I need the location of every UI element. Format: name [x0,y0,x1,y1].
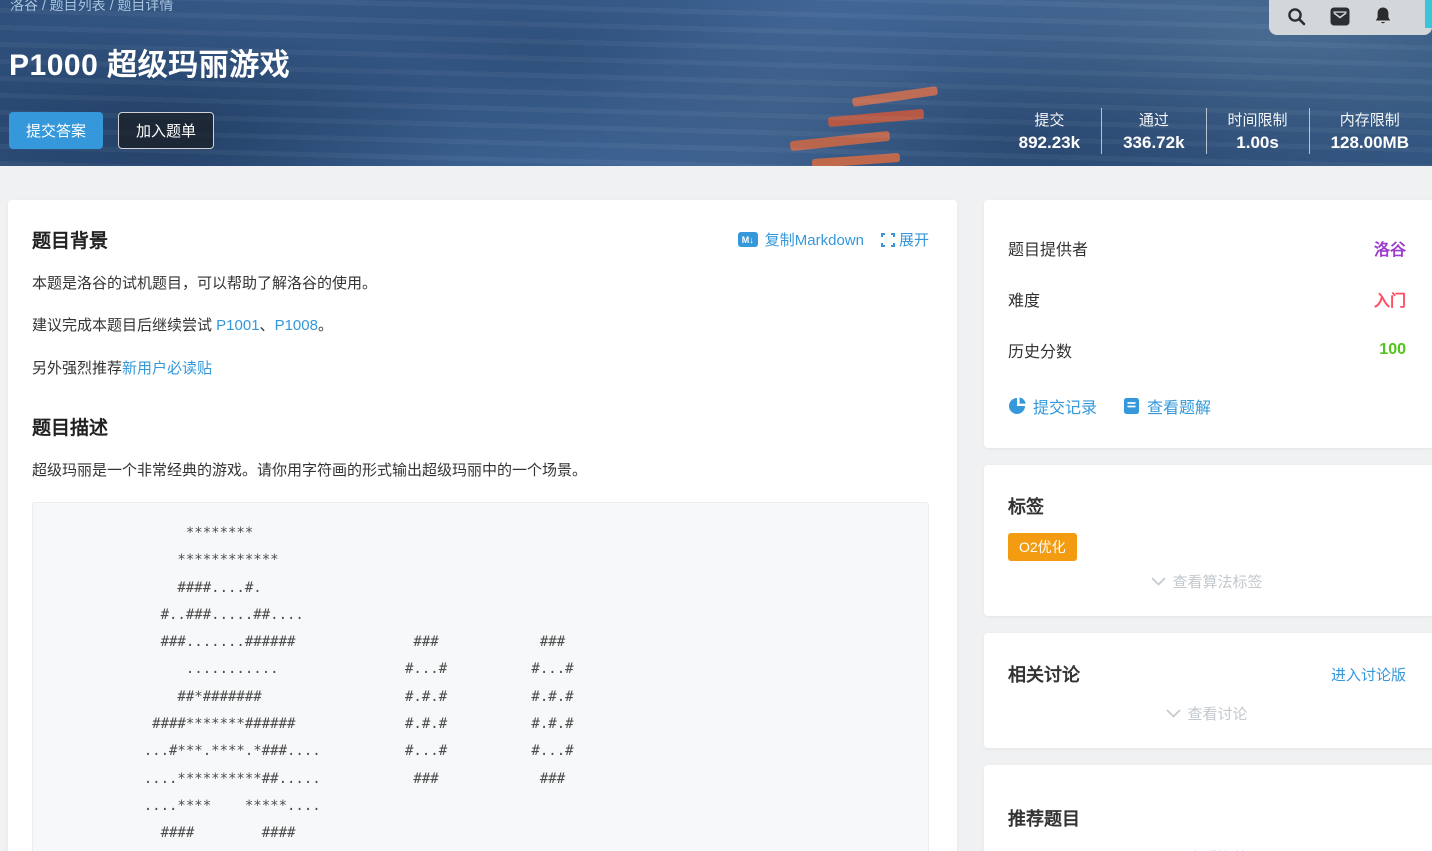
stat-accepted: 通过 336.72k [1102,109,1205,153]
link-p1001[interactable]: P1001 [216,317,259,334]
stat-label: 通过 [1123,109,1184,130]
provider-value[interactable]: 洛谷 [1374,236,1406,260]
enter-discussion-board-link[interactable]: 进入讨论版 [1331,664,1406,685]
stat-value: 128.00MB [1331,133,1409,153]
toggle-label: 查看推荐 [1187,847,1247,851]
discussions-card: 相关讨论 进入讨论版 查看讨论 [984,633,1432,748]
background-heading: 题目背景 [32,226,108,253]
info-label: 难度 [1008,287,1040,311]
show-algorithm-tags-toggle[interactable]: 查看算法标签 [1008,571,1406,592]
stat-value: 892.23k [1019,133,1080,153]
link-label: 查看题解 [1147,394,1211,418]
breadcrumb-home[interactable]: 洛谷 [10,0,38,13]
background-section-head: 题目背景 M↓ 复制Markdown 展开 [32,226,929,253]
stat-value: 1.00s [1228,133,1288,153]
info-row-difficulty: 难度 入门 [1008,287,1406,311]
stat-time-limit: 时间限制 1.00s [1207,109,1309,153]
stat-label: 时间限制 [1228,109,1288,130]
pie-chart-icon [1008,397,1026,415]
message-icon[interactable] [1330,7,1350,26]
page-content: 题目背景 M↓ 复制Markdown 展开 本题是洛谷的试机题目，可以帮助了解洛… [0,166,1432,851]
stat-memory-limit: 内存限制 128.00MB [1310,109,1430,153]
show-recommendations-toggle[interactable]: 查看推荐 [1008,847,1406,851]
avatar[interactable] [1425,0,1432,28]
info-label: 题目提供者 [1008,236,1088,260]
recommendations-card: 推荐题目 查看推荐 [984,765,1432,851]
info-links: 提交记录 查看题解 [1008,394,1406,418]
description-heading: 题目描述 [32,413,929,440]
score-value: 100 [1379,341,1406,359]
text: 。 [318,317,333,334]
text: 建议完成本题目后继续尝试 [32,317,216,334]
bell-icon[interactable] [1374,6,1392,26]
tag-o2[interactable]: O2优化 [1008,533,1077,561]
search-icon[interactable] [1287,7,1306,26]
problem-stats: 提交 892.23k 通过 336.72k 时间限制 1.00s 内存限制 12… [998,108,1430,154]
toggle-label: 查看算法标签 [1172,571,1262,592]
copy-markdown-button[interactable]: 复制Markdown [765,229,864,250]
submission-records-link[interactable]: 提交记录 [1008,394,1097,418]
text: 、 [260,317,275,334]
problem-banner: 洛谷 / 题目列表 / 题目详情 P1000 超级玛丽游戏 提交答案 加入题单 … [0,0,1432,166]
discussions-head: 相关讨论 进入讨论版 [1008,661,1406,687]
info-row-score: 历史分数 100 [1008,338,1406,362]
add-to-list-button[interactable]: 加入题单 [118,112,214,149]
sidebar: 题目提供者 洛谷 难度 入门 历史分数 100 提交记录 查看题解 [984,200,1432,851]
background-paragraph-1: 本题是洛谷的试机题目，可以帮助了解洛谷的使用。 [32,272,929,295]
view-solutions-link[interactable]: 查看题解 [1123,394,1211,418]
expand-label: 展开 [899,229,929,250]
page-title: P1000 超级玛丽游戏 [9,40,290,84]
show-discussions-toggle[interactable]: 查看讨论 [1008,703,1406,724]
banner-painting [812,153,900,166]
stat-label: 内存限制 [1331,109,1409,130]
background-paragraph-3: 另外强烈推荐新用户必读贴 [32,357,929,380]
breadcrumb-problem-detail[interactable]: 题目详情 [117,0,173,13]
breadcrumb-separator: / [42,0,50,13]
discussions-heading: 相关讨论 [1008,661,1080,687]
expand-button[interactable]: 展开 [881,229,929,250]
breadcrumb: 洛谷 / 题目列表 / 题目详情 [10,0,173,15]
tags-heading: 标签 [1008,493,1406,519]
banner-painting [828,109,925,127]
markdown-icon: M↓ [738,232,758,247]
banner-painting [852,86,938,107]
link-newbie-guide[interactable]: 新用户必读贴 [122,360,212,377]
ascii-art-block: ******** ************ ####....#. #..###.… [32,502,929,851]
stat-value: 336.72k [1123,133,1184,153]
top-toolbar [1269,0,1432,35]
breadcrumb-problem-list[interactable]: 题目列表 [50,0,106,13]
book-icon [1123,397,1140,415]
link-label: 提交记录 [1033,394,1097,418]
stat-submissions: 提交 892.23k [998,109,1101,153]
problem-info-card: 题目提供者 洛谷 难度 入门 历史分数 100 提交记录 查看题解 [984,200,1432,448]
stat-label: 提交 [1019,109,1080,130]
info-label: 历史分数 [1008,338,1072,362]
problem-card: 题目背景 M↓ 复制Markdown 展开 本题是洛谷的试机题目，可以帮助了解洛… [8,200,957,851]
ascii-art: ******** ************ ####....#. #..###.… [51,520,910,848]
tags-card: 标签 O2优化 查看算法标签 [984,465,1432,616]
difficulty-value: 入门 [1374,287,1406,311]
markdown-actions: M↓ 复制Markdown 展开 [738,229,929,250]
link-p1008[interactable]: P1008 [275,317,318,334]
banner-painting [790,131,890,151]
background-paragraph-2: 建议完成本题目后继续尝试 P1001、P1008。 [32,314,929,337]
text: 另外强烈推荐 [32,360,122,377]
info-row-provider: 题目提供者 洛谷 [1008,236,1406,260]
expand-icon [881,233,895,247]
submit-answer-button[interactable]: 提交答案 [9,112,103,149]
description-paragraph: 超级玛丽是一个非常经典的游戏。请你用字符画的形式输出超级玛丽中的一个场景。 [32,459,929,482]
chevron-down-icon [1166,709,1181,718]
toggle-label: 查看讨论 [1187,703,1247,724]
chevron-down-icon [1151,577,1166,586]
banner-buttons: 提交答案 加入题单 [9,112,214,149]
recommendations-heading: 推荐题目 [1008,805,1406,831]
